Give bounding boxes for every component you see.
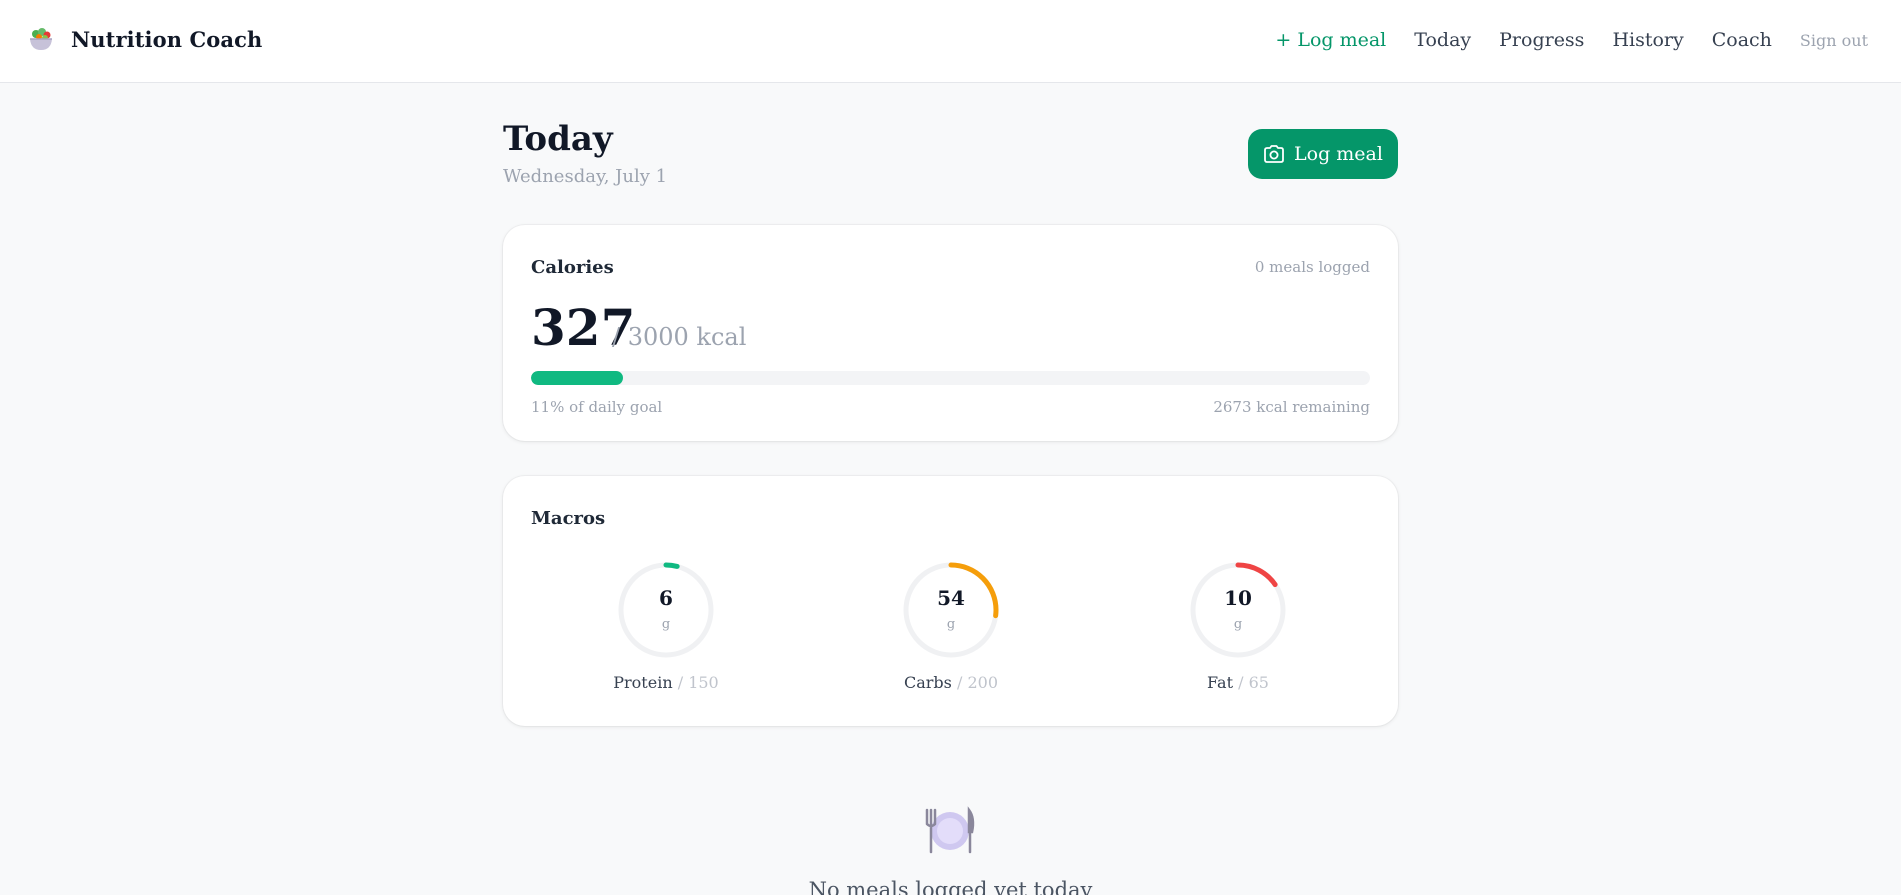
- nav-history-link[interactable]: History: [1612, 29, 1683, 51]
- calories-title: Calories: [531, 257, 614, 278]
- calories-goal: / 3000 kcal: [612, 323, 747, 351]
- protein-unit: g: [661, 617, 671, 632]
- fat-name: Fat: [1207, 673, 1234, 692]
- main-content: Today Wednesday, July 1 Log meal Calorie…: [503, 83, 1398, 726]
- nav-log-meal-link[interactable]: + Log meal: [1275, 29, 1386, 51]
- main-nav: + Log meal Today Progress History Coach …: [1275, 29, 1868, 51]
- macros-card: Macros 6 g Protein / 150 54 g Carbs / 20…: [503, 476, 1398, 726]
- protein-goal: / 150: [677, 673, 719, 692]
- protein-value: 6: [659, 586, 673, 610]
- fat-value: 10: [1224, 586, 1252, 610]
- fat-unit: g: [1233, 617, 1243, 632]
- calorie-progress-bar: [531, 371, 1370, 385]
- top-nav-bar: Nutrition Coach + Log meal Today Progres…: [0, 0, 1901, 83]
- brand[interactable]: Nutrition Coach: [27, 25, 262, 53]
- nav-progress-link[interactable]: Progress: [1499, 29, 1584, 51]
- calorie-percent: 11% of daily goal: [531, 398, 663, 416]
- empty-state-text: No meals logged yet today: [808, 878, 1093, 895]
- protein-label: Protein / 150: [586, 673, 746, 692]
- carbs-ring: 54 g: [902, 561, 1000, 659]
- log-meal-button-label: Log meal: [1294, 143, 1383, 165]
- salad-bowl-icon: [27, 25, 55, 53]
- log-meal-button[interactable]: Log meal: [1248, 129, 1398, 179]
- carbs-unit: g: [946, 617, 956, 632]
- sign-out-link[interactable]: Sign out: [1800, 31, 1868, 50]
- carbs-goal: / 200: [956, 673, 998, 692]
- ring-track: [618, 562, 714, 658]
- macro-carbs: 54 g Carbs / 200: [871, 561, 1031, 692]
- carbs-value: 54: [937, 586, 965, 610]
- meals-logged-count: 0 meals logged: [1254, 258, 1370, 276]
- fat-goal: / 65: [1238, 673, 1269, 692]
- macros-title: Macros: [531, 508, 606, 529]
- page-header: Today Wednesday, July 1 Log meal: [503, 83, 1398, 189]
- protein-ring: 6 g: [617, 561, 715, 659]
- nav-today-link[interactable]: Today: [1414, 29, 1471, 51]
- calories-card: Calories 0 meals logged 327 / 3000 kcal …: [503, 225, 1398, 441]
- fat-ring: 10 g: [1189, 561, 1287, 659]
- calorie-remaining: 2673 kcal remaining: [1213, 398, 1370, 416]
- nav-coach-link[interactable]: Coach: [1712, 29, 1772, 51]
- macro-protein: 6 g Protein / 150: [586, 561, 746, 692]
- page-date: Wednesday, July 1: [503, 166, 668, 187]
- calorie-progress-fill: [531, 371, 624, 385]
- macro-fat: 10 g Fat / 65: [1158, 561, 1318, 692]
- carbs-name: Carbs: [904, 673, 952, 692]
- page-title: Today: [503, 119, 613, 159]
- fat-label: Fat / 65: [1158, 673, 1318, 692]
- plate-cutlery-icon: [923, 804, 977, 858]
- carbs-label: Carbs / 200: [871, 673, 1031, 692]
- app-name: Nutrition Coach: [71, 26, 263, 52]
- protein-name: Protein: [613, 673, 673, 692]
- camera-icon: [1264, 145, 1284, 163]
